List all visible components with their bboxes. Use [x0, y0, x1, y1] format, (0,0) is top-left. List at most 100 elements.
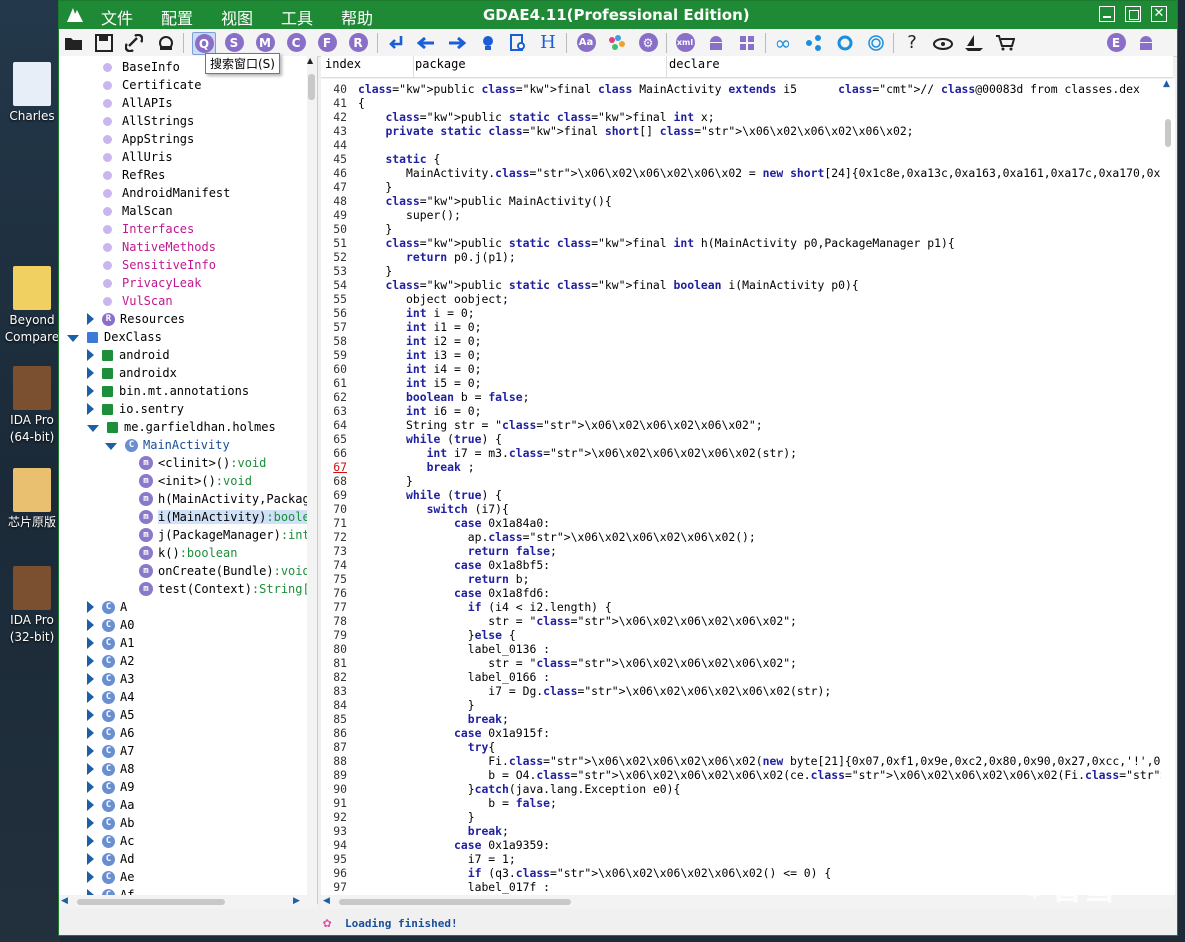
help-button[interactable]: ? [901, 32, 923, 53]
tree-item[interactable]: RefRes [103, 166, 165, 184]
tree-item[interactable]: AllStrings [103, 112, 194, 130]
code-line[interactable]: 57 int i1 = 0; [321, 320, 1161, 334]
code-line[interactable]: 78 str = "class="str">\x06\x02\x06\x02\x… [321, 614, 1161, 628]
expand-arrow-icon[interactable] [87, 799, 94, 811]
code-line[interactable]: 67 break ; [321, 460, 1161, 474]
code-line[interactable]: 47 } [321, 180, 1161, 194]
tree-item[interactable]: Certificate [103, 76, 201, 94]
tree-class[interactable]: C A6 [87, 724, 134, 742]
expand-arrow-icon[interactable] [87, 349, 94, 361]
ship-icon[interactable] [963, 32, 985, 53]
code-line[interactable]: 68 } [321, 474, 1161, 488]
expand-arrow-icon[interactable] [87, 601, 94, 613]
tree-vertical-scrollbar[interactable]: ▲ [307, 56, 317, 904]
search-c-button[interactable]: C [285, 32, 307, 53]
tree-method[interactable]: m k():boolean [139, 544, 237, 562]
expand-arrow-icon[interactable] [87, 691, 94, 703]
expand-arrow-icon[interactable] [87, 745, 94, 757]
code-line[interactable]: 85 break; [321, 712, 1161, 726]
code-line[interactable]: 93 break; [321, 824, 1161, 838]
code-line[interactable]: 41 { [321, 96, 1161, 110]
code-line[interactable]: 82 label_0166 : [321, 670, 1161, 684]
tree-method[interactable]: m test(Context):String[ [139, 580, 310, 598]
search-doc-icon[interactable] [507, 32, 529, 53]
code-line[interactable]: 88 Fi.class="str">\x06\x02\x06\x02\x06\x… [321, 754, 1161, 768]
code-line[interactable]: 40 class="kw">public class="kw">final cla… [321, 82, 1161, 96]
save-icon[interactable] [93, 32, 115, 53]
expand-arrow-icon[interactable] [87, 424, 99, 432]
tree-class[interactable]: C A9 [87, 778, 134, 796]
code-line[interactable]: 71 case 0x1a84a0: [321, 516, 1161, 530]
tree-package[interactable]: android [87, 346, 170, 364]
code-line[interactable]: 48 class="kw">public MainActivity(){ [321, 194, 1161, 208]
bulb-icon[interactable] [477, 32, 499, 53]
code-line[interactable]: 64 String str = "class="str">\x06\x02\x0… [321, 418, 1161, 432]
expand-arrow-icon[interactable] [87, 763, 94, 775]
code-line[interactable]: 59 int i3 = 0; [321, 348, 1161, 362]
tree-class[interactable]: CA [87, 598, 127, 616]
tree-item[interactable]: VulScan [103, 292, 173, 310]
code-line[interactable]: 61 int i5 = 0; [321, 376, 1161, 390]
search-m-button[interactable]: M [254, 32, 276, 53]
code-line[interactable]: 58 int i2 = 0; [321, 334, 1161, 348]
code-line[interactable]: 70 switch (i7){ [321, 502, 1161, 516]
expand-arrow-icon[interactable] [87, 637, 94, 649]
code-line[interactable]: 42 class="kw">public static class="kw">f… [321, 110, 1161, 124]
tree-package[interactable]: io.sentry [87, 400, 184, 418]
code-line[interactable]: 84 } [321, 698, 1161, 712]
tree-item[interactable]: AllAPIs [103, 94, 173, 112]
forward-arrow-icon[interactable] [446, 32, 468, 53]
tree-item[interactable]: AndroidManifest [103, 184, 230, 202]
maximize-button[interactable] [1125, 6, 1141, 22]
back-arrow-icon[interactable] [415, 32, 437, 53]
tree-item[interactable]: AllUris [103, 148, 173, 166]
tree-dexclass[interactable]: DexClass [67, 328, 162, 346]
jump-icon[interactable] [385, 32, 407, 53]
tree-method[interactable]: m onCreate(Bundle):void [139, 562, 310, 580]
windows-icon[interactable] [736, 32, 758, 53]
refresh-icon[interactable] [155, 32, 177, 53]
tree-item[interactable]: MalScan [103, 202, 173, 220]
tree-method[interactable]: m <clinit>():void [139, 454, 266, 472]
tree-horizontal-scrollbar[interactable]: ◀ ▶ [59, 895, 317, 909]
code-line[interactable]: 91 b = false; [321, 796, 1161, 810]
menu-file[interactable]: 文件 [101, 5, 161, 29]
xml-button[interactable]: xml [674, 32, 696, 53]
tree-class[interactable]: C A5 [87, 706, 134, 724]
tree-package[interactable]: bin.mt.annotations [87, 382, 249, 400]
tree-item[interactable]: NativeMethods [103, 238, 216, 256]
menu-view[interactable]: 视图 [221, 5, 281, 29]
cloud-eye-icon[interactable] [932, 32, 954, 53]
code-line[interactable]: 79 }else { [321, 628, 1161, 642]
code-line[interactable]: 92 } [321, 810, 1161, 824]
code-line[interactable]: 51 class="kw">public static class="kw">f… [321, 236, 1161, 250]
search-s-button[interactable]: S [223, 32, 245, 53]
expand-arrow-icon[interactable] [87, 367, 94, 379]
expand-arrow-icon[interactable] [87, 655, 94, 667]
index-column-header[interactable]: index [325, 57, 361, 71]
code-line[interactable]: 80 label_0136 : [321, 642, 1161, 656]
cart-icon[interactable] [994, 32, 1016, 53]
tree-class[interactable]: C A2 [87, 652, 134, 670]
link-icon[interactable] [123, 32, 145, 53]
h-button[interactable]: H [537, 32, 559, 53]
graph-icon[interactable] [803, 32, 825, 53]
code-line[interactable]: 72 ap.class="str">\x06\x02\x06\x02\x06\x… [321, 530, 1161, 544]
code-line[interactable]: 55 object oobject; [321, 292, 1161, 306]
expand-arrow-icon[interactable] [87, 781, 94, 793]
tree-class[interactable]: C A1 [87, 634, 134, 652]
expand-arrow-icon[interactable] [87, 673, 94, 685]
expand-arrow-icon[interactable] [87, 853, 94, 865]
code-line[interactable]: 69 while (true) { [321, 488, 1161, 502]
tree-class[interactable]: C A3 [87, 670, 134, 688]
e-button[interactable]: E [1105, 32, 1127, 53]
declare-column-header[interactable]: declare [669, 57, 720, 71]
collapse-arrow-icon[interactable] [105, 442, 117, 450]
expand-arrow-icon[interactable] [87, 727, 94, 739]
tree-item[interactable]: BaseInfo [103, 58, 180, 76]
expand-arrow-icon[interactable] [87, 817, 94, 829]
menu-tools[interactable]: 工具 [281, 5, 341, 29]
tree-package[interactable]: androidx [87, 364, 177, 382]
expand-arrow-icon[interactable] [87, 403, 94, 415]
tree-resources[interactable]: R Resources [87, 310, 185, 328]
